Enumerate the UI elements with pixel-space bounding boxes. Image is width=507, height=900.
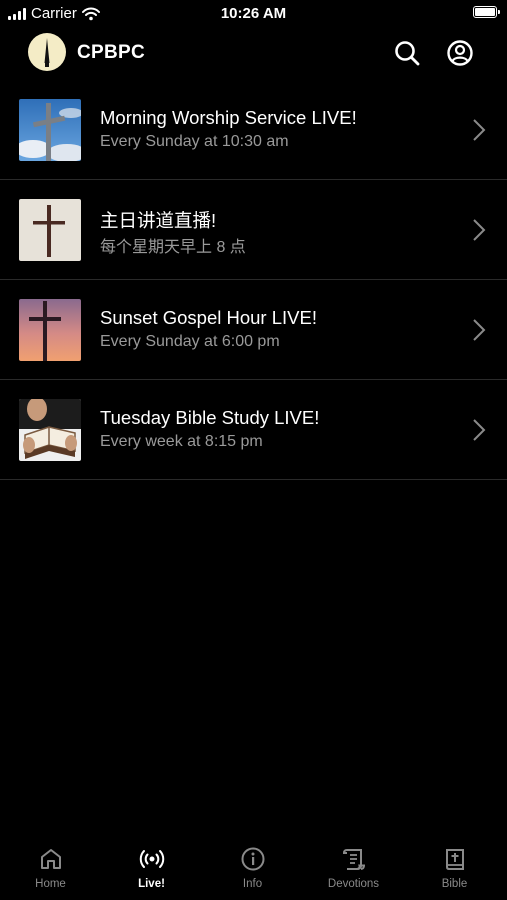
list-item-subtitle: Every Sunday at 10:30 am [100, 133, 289, 150]
app-header: CPBPC [0, 28, 507, 80]
scroll-icon [342, 849, 365, 870]
bible-icon [445, 849, 464, 870]
steeple-icon [44, 38, 50, 67]
tab-label: Bible [441, 878, 468, 890]
list-item-title: Morning Worship Service LIVE! [100, 107, 357, 128]
search-icon [395, 41, 420, 66]
chevron-right-icon [473, 319, 486, 341]
chevron-right-icon [473, 419, 486, 441]
battery-icon [473, 6, 500, 18]
list-item-title: Sunset Gospel Hour LIVE! [100, 307, 317, 328]
tab-label: Devotions [327, 878, 380, 890]
tab-devotions[interactable]: Devotions [303, 838, 404, 900]
status-time: 10:26 AM [220, 5, 287, 22]
tab-label: Live! [138, 878, 165, 890]
tab-label: Info [242, 878, 263, 890]
list-item-bible-study[interactable]: Tuesday Bible Study LIVE! Every week at … [0, 380, 507, 480]
home-icon [40, 849, 61, 869]
account-button[interactable] [446, 39, 474, 67]
list-item-chinese-service[interactable]: 主日讲道直播! 每个星期天早上 8 点 [0, 180, 507, 280]
list-item-subtitle: Every Sunday at 6:00 pm [100, 333, 280, 350]
chinese-service-thumbnail [19, 199, 81, 261]
tab-live[interactable]: Live! [101, 838, 202, 900]
church-logo [28, 33, 66, 71]
chevron-right-icon [473, 119, 486, 141]
list-item-subtitle: Every week at 8:15 pm [100, 433, 263, 450]
broadcast-icon [139, 850, 164, 868]
app-title: CPBPC [77, 42, 146, 63]
user-account-icon [447, 40, 473, 66]
morning-worship-thumbnail [19, 99, 81, 161]
sunset-gospel-thumbnail [19, 299, 81, 361]
bible-study-thumbnail [19, 399, 81, 461]
list-item-title: Tuesday Bible Study LIVE! [100, 407, 320, 428]
tab-label: Home [35, 878, 66, 890]
list-item-morning-worship[interactable]: Morning Worship Service LIVE! Every Sund… [0, 80, 507, 180]
tab-info[interactable]: Info [202, 838, 303, 900]
search-button[interactable] [393, 39, 421, 67]
tab-home[interactable]: Home [0, 838, 101, 900]
list-item-title: 主日讲道直播! [100, 210, 217, 231]
live-screen: Carrier 10:26 AM CPBPC Morning Worship S… [0, 0, 507, 900]
tab-bible[interactable]: Bible [404, 838, 505, 900]
list-item-sunset-gospel[interactable]: Sunset Gospel Hour LIVE! Every Sunday at… [0, 280, 507, 380]
live-stream-list: Morning Worship Service LIVE! Every Sund… [0, 80, 507, 480]
chevron-right-icon [473, 219, 486, 241]
list-item-subtitle: 每个星期天早上 8 点 [100, 239, 246, 256]
tab-bar: Home Live! Info Devotions Bible [0, 838, 507, 900]
status-bar: Carrier 10:26 AM [0, 0, 507, 28]
info-icon [241, 847, 264, 871]
